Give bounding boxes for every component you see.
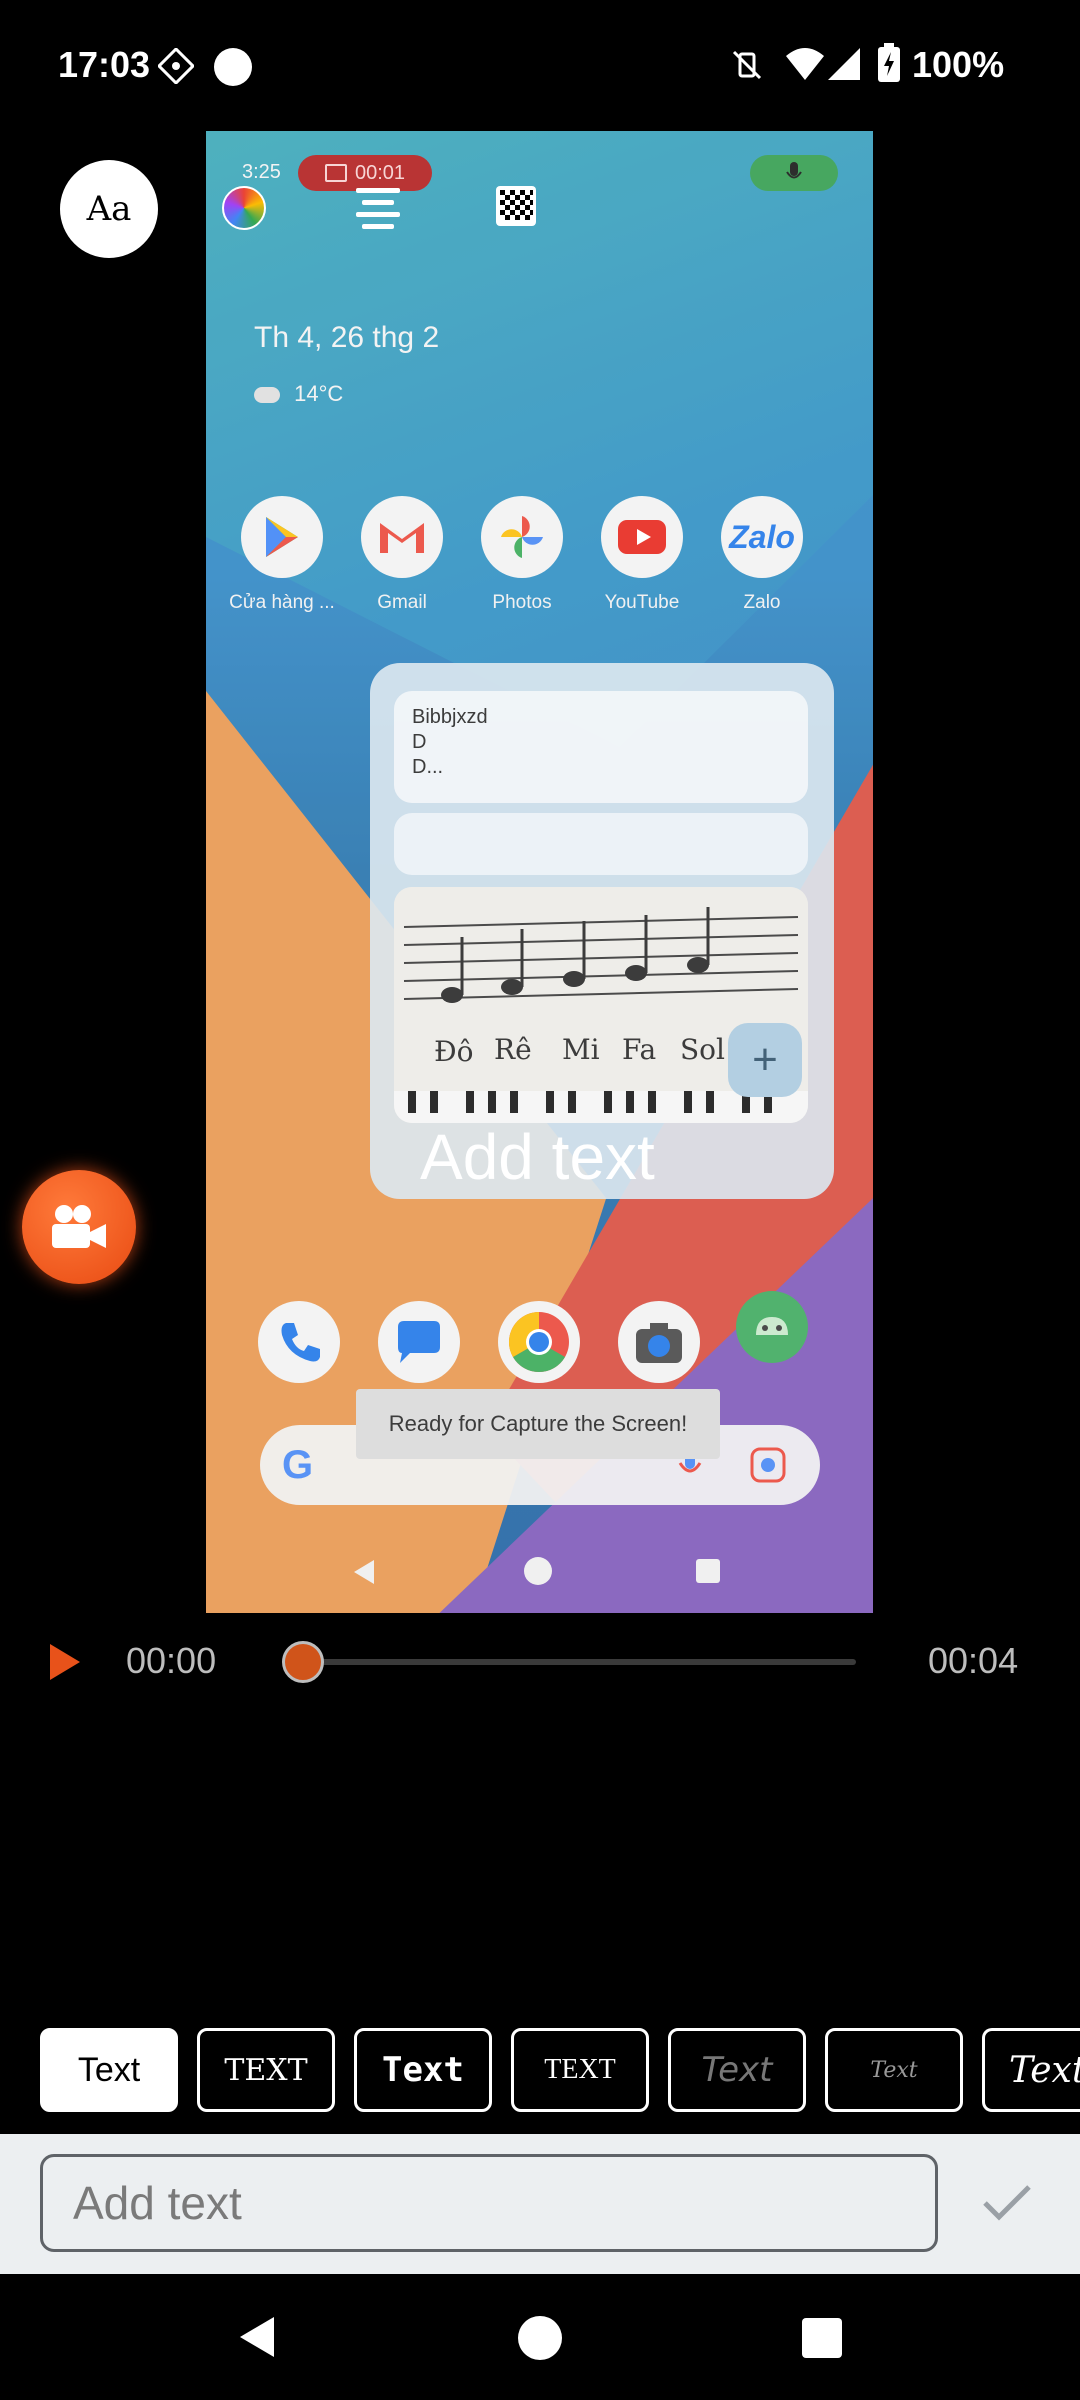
style-chip-bold[interactable]: Text bbox=[354, 2028, 492, 2112]
floating-record-button[interactable] bbox=[22, 1170, 136, 1284]
back-icon[interactable] bbox=[236, 2314, 278, 2360]
add-text-input[interactable] bbox=[40, 2154, 938, 2252]
confirm-button[interactable] bbox=[972, 2168, 1042, 2238]
location-diamond-icon bbox=[158, 48, 194, 84]
text-style-selector: Text TEXT Text TEXT Text Text Text bbox=[0, 2028, 1080, 2114]
seek-bar[interactable] bbox=[300, 1659, 856, 1665]
battery-percent: 100% bbox=[912, 44, 1005, 85]
vibrate-off-icon bbox=[732, 50, 762, 80]
status-time: 17:03 bbox=[58, 44, 151, 85]
style-chip-serif-caps[interactable]: TEXT bbox=[197, 2028, 335, 2112]
video-preview: 3:25 00:01 Th 4, 26 thg 2 14°C Cửa hàng … bbox=[206, 131, 873, 1613]
wifi-icon bbox=[786, 48, 824, 80]
seek-thumb[interactable] bbox=[282, 1641, 324, 1683]
battery-charging-icon bbox=[878, 43, 900, 82]
total-duration: 00:04 bbox=[928, 1640, 1019, 1681]
signal-icon bbox=[828, 48, 860, 80]
play-icon[interactable] bbox=[44, 1640, 84, 1684]
checkmark-icon bbox=[983, 2185, 1031, 2221]
style-chip-default[interactable]: Text bbox=[40, 2028, 178, 2112]
text-overlay[interactable]: Add text bbox=[420, 1120, 655, 1194]
preview-dim-overlay bbox=[206, 131, 873, 1613]
style-chip-handwritten[interactable]: Text bbox=[982, 2028, 1080, 2112]
style-chip-outline[interactable]: Text bbox=[668, 2028, 806, 2112]
current-time: 00:00 bbox=[126, 1640, 217, 1681]
video-camera-icon bbox=[52, 1205, 106, 1248]
status-bar: 17:03 100% bbox=[0, 0, 1080, 130]
record-dot-icon bbox=[214, 48, 252, 86]
text-align-center-icon[interactable] bbox=[352, 186, 404, 230]
style-chip-script[interactable]: Text bbox=[825, 2028, 963, 2112]
recents-icon[interactable] bbox=[802, 2318, 842, 2358]
home-icon[interactable] bbox=[518, 2316, 562, 2360]
system-nav-bar bbox=[0, 2274, 1080, 2400]
font-button[interactable]: Aa bbox=[60, 160, 158, 258]
style-chip-caps[interactable]: TEXT bbox=[511, 2028, 649, 2112]
color-wheel-icon[interactable] bbox=[222, 186, 266, 230]
text-background-icon[interactable] bbox=[494, 184, 538, 228]
